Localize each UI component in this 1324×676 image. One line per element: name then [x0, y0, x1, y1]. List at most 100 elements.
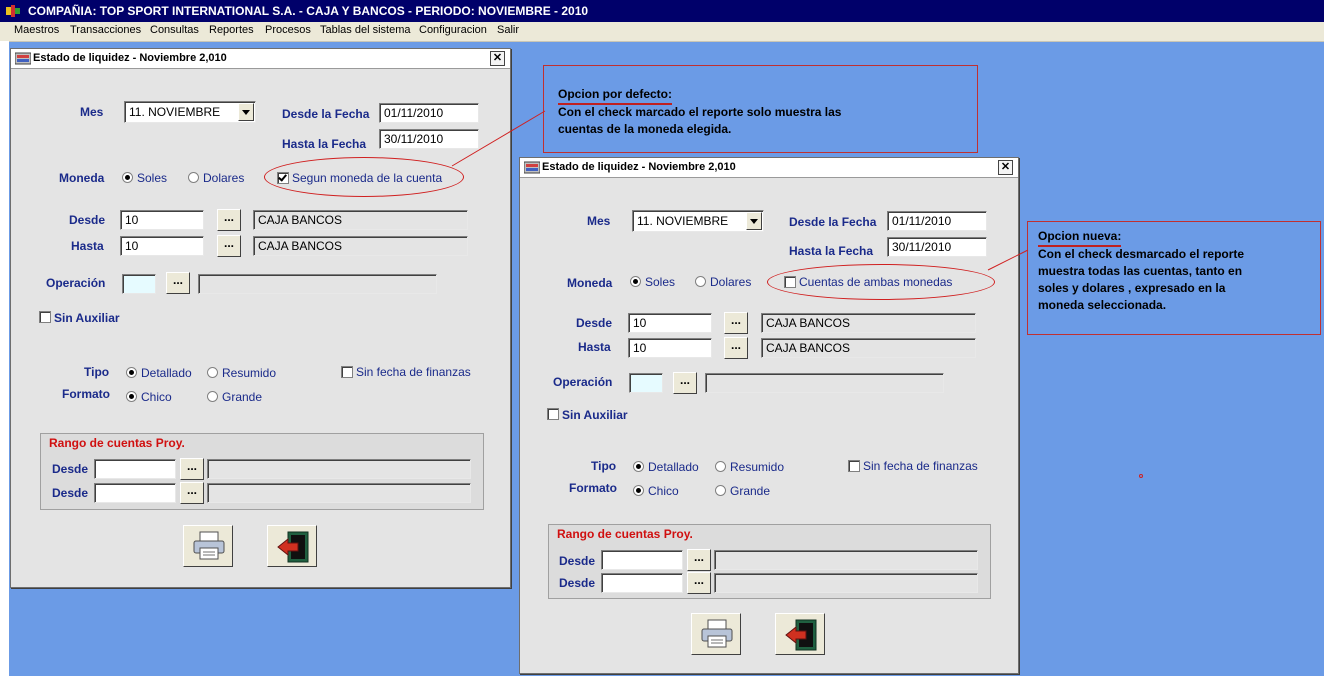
- soles-label: Soles: [137, 171, 168, 185]
- desde-fecha-input[interactable]: 01/11/2010: [379, 103, 479, 123]
- dolares-radio[interactable]: [188, 172, 199, 183]
- hasta-label: Hasta: [578, 340, 611, 354]
- hasta-fecha-input[interactable]: 30/11/2010: [887, 237, 987, 257]
- hasta-fecha-input[interactable]: 30/11/2010: [379, 129, 479, 149]
- soles-radio[interactable]: [122, 172, 133, 183]
- grande-radio[interactable]: [207, 391, 218, 402]
- note-default-heading: Opcion por defecto:: [558, 86, 672, 105]
- note-default-line-2: cuentas de la moneda elegida.: [558, 122, 732, 136]
- desde-lookup-button[interactable]: ...: [217, 209, 241, 231]
- hasta-code-input[interactable]: 10: [628, 338, 712, 358]
- note-new-line-2: muestra todas las cuentas, tanto en: [1038, 264, 1243, 278]
- exit-button[interactable]: [267, 525, 317, 567]
- close-icon[interactable]: ✕: [490, 51, 505, 66]
- dialog-title-bar: Estado de liquidez - Noviembre 2,010 ✕: [520, 158, 1018, 178]
- note-new-line-4: moneda seleccionada.: [1038, 298, 1167, 312]
- menu-configuracion[interactable]: Configuracion: [419, 24, 487, 36]
- dialog-title: Estado de liquidez - Noviembre 2,010: [33, 52, 227, 64]
- tipo-label: Tipo: [591, 459, 617, 473]
- hasta-code-input[interactable]: 10: [120, 236, 204, 256]
- desde-lookup-button[interactable]: ...: [724, 312, 748, 334]
- sin-auxiliar-label: Sin Auxiliar: [54, 311, 120, 325]
- rango-desde-input[interactable]: [94, 459, 176, 479]
- desde-code-input[interactable]: 10: [120, 210, 204, 230]
- operacion-code-input[interactable]: [122, 274, 156, 294]
- grande-label: Grande: [730, 484, 771, 498]
- chico-radio[interactable]: [126, 391, 137, 402]
- resumido-radio[interactable]: [207, 367, 218, 378]
- rango-desde-lookup-button[interactable]: ...: [687, 549, 711, 571]
- menu-consultas[interactable]: Consultas: [150, 24, 199, 36]
- menu-transacciones[interactable]: Transacciones: [70, 24, 141, 36]
- operacion-label: Operación: [553, 375, 613, 389]
- rango-desde-input[interactable]: [601, 550, 683, 570]
- operacion-lookup-button[interactable]: ...: [673, 372, 697, 394]
- resumido-label: Resumido: [222, 366, 277, 380]
- chevron-down-icon[interactable]: [238, 103, 254, 121]
- printer-icon: [193, 531, 225, 560]
- hasta-name-field: CAJA BANCOS: [761, 338, 976, 358]
- sin-auxiliar-label: Sin Auxiliar: [562, 408, 628, 422]
- rango-desde-lookup-button[interactable]: ...: [180, 458, 204, 480]
- resumido-radio[interactable]: [715, 461, 726, 472]
- desde-code-input[interactable]: 10: [628, 313, 712, 333]
- detallado-radio[interactable]: [633, 461, 644, 472]
- detallado-radio[interactable]: [126, 367, 137, 378]
- menu-tablas-del-sistema[interactable]: Tablas del sistema: [320, 24, 411, 36]
- rango-cuentas-title: Rango de cuentas Proy.: [557, 527, 693, 541]
- mes-select[interactable]: 11. NOVIEMBRE: [632, 210, 764, 232]
- exit-button[interactable]: [775, 613, 825, 655]
- mes-select[interactable]: 11. NOVIEMBRE: [124, 101, 256, 123]
- moneda-label: Moneda: [567, 276, 613, 290]
- chevron-down-icon[interactable]: [746, 212, 762, 230]
- note-new-line-3: soles y dolares , expresado en la: [1038, 281, 1226, 295]
- mes-label: Mes: [80, 105, 104, 119]
- operacion-lookup-button[interactable]: ...: [166, 272, 190, 294]
- desde-label: Desde: [69, 213, 106, 227]
- note-new-line-1: Con el check desmarcado el reporte: [1038, 247, 1245, 261]
- moneda-label: Moneda: [59, 171, 105, 185]
- sin-fecha-finanzas-checkbox[interactable]: [848, 460, 860, 472]
- note-new-heading: Opcion nueva:: [1038, 228, 1122, 247]
- print-button[interactable]: [691, 613, 741, 655]
- menu-bar: Maestros Transacciones Consultas Reporte…: [0, 22, 1324, 42]
- menu-procesos[interactable]: Procesos: [265, 24, 311, 36]
- desde-fecha-input[interactable]: 01/11/2010: [887, 211, 987, 231]
- menu-reportes[interactable]: Reportes: [209, 24, 254, 36]
- desde-name-field: CAJA BANCOS: [253, 210, 468, 230]
- hasta-fecha-label: Hasta la Fecha: [789, 244, 874, 258]
- hasta-lookup-button[interactable]: ...: [217, 235, 241, 257]
- sin-fecha-finanzas-checkbox[interactable]: [341, 366, 353, 378]
- sin-fecha-finanzas-label: Sin fecha de finanzas: [863, 459, 978, 473]
- window-icon: [15, 52, 31, 65]
- operacion-name-field: [705, 373, 944, 393]
- sin-auxiliar-checkbox[interactable]: [39, 311, 51, 323]
- rango-desde-label: Desde: [559, 554, 596, 568]
- app-icon: [6, 5, 20, 17]
- print-button[interactable]: [183, 525, 233, 567]
- highlight-oval-right: [767, 264, 995, 300]
- chico-radio[interactable]: [633, 485, 644, 496]
- rango-hasta-input[interactable]: [94, 483, 176, 503]
- rango-cuentas-title: Rango de cuentas Proy.: [49, 436, 185, 450]
- window-icon: [524, 161, 540, 174]
- menu-maestros[interactable]: Maestros: [14, 24, 59, 36]
- soles-label: Soles: [645, 275, 676, 289]
- detallado-label: Detallado: [648, 460, 699, 474]
- soles-radio[interactable]: [630, 276, 641, 287]
- resumido-label: Resumido: [730, 460, 785, 474]
- hasta-fecha-label: Hasta la Fecha: [282, 137, 367, 151]
- rango-hasta-input[interactable]: [601, 573, 683, 593]
- hasta-lookup-button[interactable]: ...: [724, 337, 748, 359]
- menu-salir[interactable]: Salir: [497, 24, 519, 36]
- printer-icon: [701, 619, 733, 648]
- exit-door-icon: [277, 531, 309, 563]
- desde-label: Desde: [576, 316, 613, 330]
- grande-radio[interactable]: [715, 485, 726, 496]
- sin-auxiliar-checkbox[interactable]: [547, 408, 559, 420]
- rango-hasta-lookup-button[interactable]: ...: [180, 482, 204, 504]
- rango-hasta-lookup-button[interactable]: ...: [687, 572, 711, 594]
- close-icon[interactable]: ✕: [998, 160, 1013, 175]
- dolares-radio[interactable]: [695, 276, 706, 287]
- operacion-code-input[interactable]: [629, 373, 663, 393]
